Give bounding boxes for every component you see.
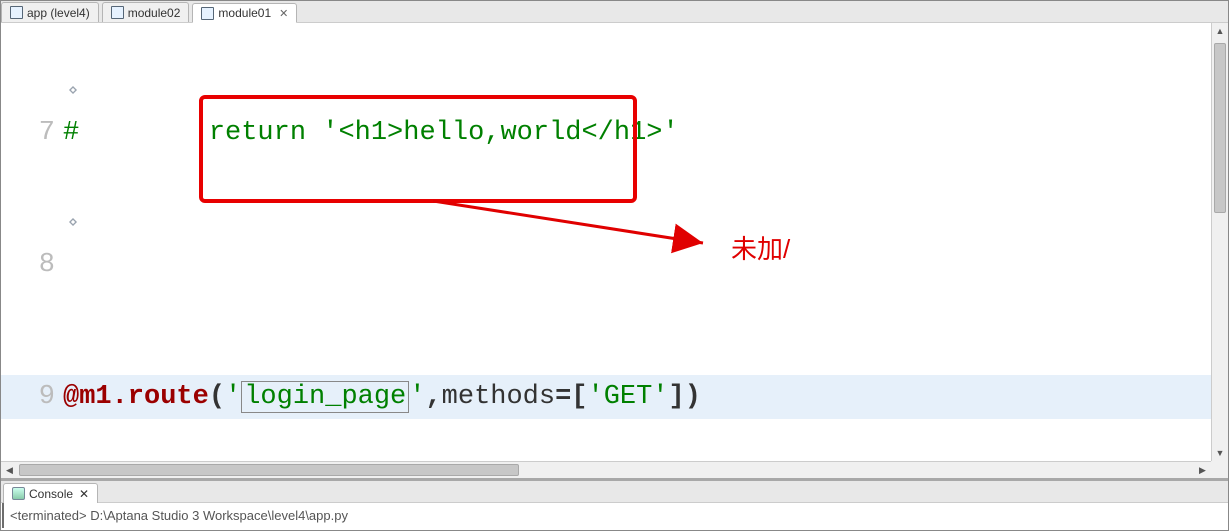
scrollbar-thumb[interactable] <box>19 464 519 476</box>
vertical-scrollbar[interactable]: ▲ ▼ <box>1211 23 1228 462</box>
tab-module01[interactable]: module01 ✕ <box>192 3 297 23</box>
python-file-icon <box>10 6 23 19</box>
tab-app-level4[interactable]: app (level4) <box>1 2 99 22</box>
line-number: 7 <box>1 111 63 155</box>
line-number: 8 <box>1 243 63 287</box>
console-icon <box>12 487 25 500</box>
console-tabbar: Console ✕ <box>1 481 1228 503</box>
tab-module02[interactable]: module02 <box>102 2 190 22</box>
scroll-down-icon[interactable]: ▼ <box>1212 445 1228 462</box>
console-tab-label: Console <box>29 487 73 501</box>
close-icon[interactable]: ✕ <box>79 487 89 501</box>
tab-label: module02 <box>128 6 181 20</box>
code-editor[interactable]: 7 # return '<h1>hello,world</h1>' 8 9 @m… <box>1 23 1228 465</box>
close-icon[interactable]: ✕ <box>279 7 288 20</box>
fold-marker-icon: ⋄ <box>68 83 78 99</box>
tab-label: module01 <box>218 6 271 20</box>
horizontal-scrollbar[interactable]: ◀ ▶ <box>1 461 1211 478</box>
scroll-left-icon[interactable]: ◀ <box>1 462 18 478</box>
tab-console[interactable]: Console ✕ <box>3 483 98 503</box>
console-panel: Console ✕ <terminated> D:\Aptana Studio … <box>1 478 1228 530</box>
line-number: 9 <box>1 375 63 419</box>
scroll-right-icon[interactable]: ▶ <box>1194 462 1211 478</box>
python-file-icon <box>201 7 214 20</box>
occurrence-highlight: login_page <box>241 381 409 413</box>
console-status: <terminated> D:\Aptana Studio 3 Workspac… <box>2 503 1228 528</box>
tab-label: app (level4) <box>27 6 90 20</box>
scrollbar-thumb[interactable] <box>1214 43 1226 213</box>
decorator: @m1.route <box>63 382 209 412</box>
fold-marker-icon: ⋄ <box>68 215 78 231</box>
code-comment: # return '<h1>hello,world</h1>' <box>63 118 679 148</box>
python-file-icon <box>111 6 124 19</box>
scroll-up-icon[interactable]: ▲ <box>1212 23 1228 40</box>
editor-tabbar: app (level4) module02 module01 ✕ <box>1 1 1228 23</box>
scrollbar-corner <box>1211 461 1228 478</box>
annotation-text: 未加/ <box>731 229 790 266</box>
